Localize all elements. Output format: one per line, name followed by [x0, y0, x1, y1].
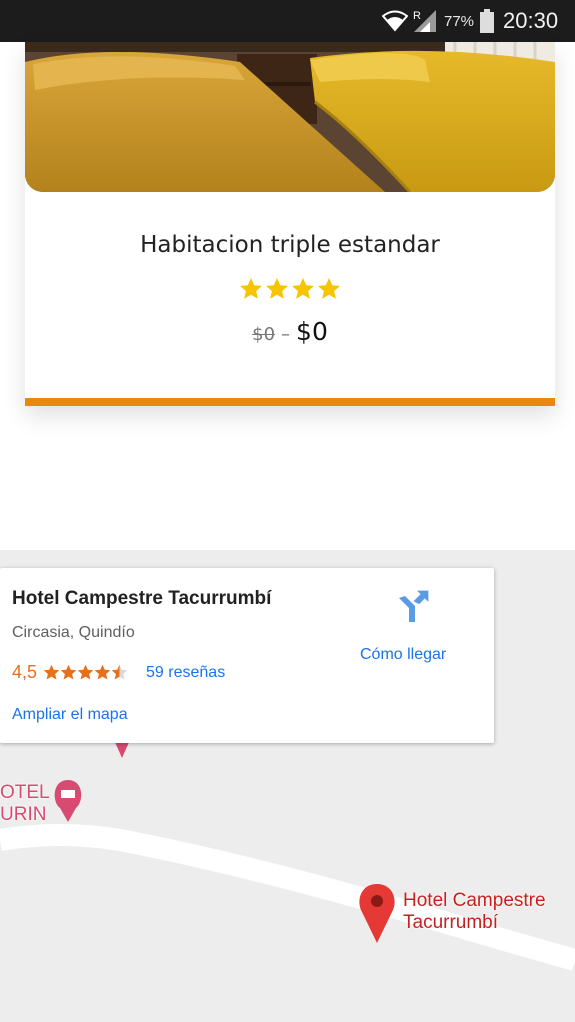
star-icon — [94, 664, 111, 680]
star-icon — [77, 664, 94, 680]
directions-button[interactable]: Cómo llegar — [360, 588, 470, 663]
wifi-icon — [382, 0, 408, 42]
room-card-body: Habitacion triple estandar $0– $0 — [25, 192, 555, 398]
price-new: $0 — [296, 317, 328, 346]
star-icon — [292, 278, 314, 299]
room-title[interactable]: Habitacion triple estandar — [25, 232, 555, 258]
price-old: $0 — [252, 324, 276, 345]
star-icon — [266, 278, 288, 299]
star-half-icon — [111, 664, 128, 680]
reviews-link[interactable]: 59 reseñas — [146, 664, 225, 682]
battery-percent: 77% — [444, 12, 475, 30]
enlarge-map-link[interactable]: Ampliar el mapa — [12, 706, 128, 724]
card-accent-bar — [25, 398, 555, 406]
map-label-hotel[interactable]: Hotel Campestre Tacurrumbí — [403, 890, 546, 934]
map-label-other-hotel[interactable]: OTEL URIN — [0, 782, 50, 826]
price-row: $0– $0 — [25, 317, 555, 346]
signal-icon: R — [412, 0, 438, 42]
star-icon — [60, 664, 77, 680]
hotel-name: Hotel Campestre Tacurrumbí — [12, 588, 272, 609]
hotel-address: Circasia, Quindío — [12, 624, 135, 641]
battery-icon — [480, 0, 494, 42]
roaming-indicator: R — [413, 10, 421, 22]
status-bar: R 77% 20:30 — [0, 0, 575, 42]
room-rating-stars — [25, 277, 555, 306]
star-icon — [43, 664, 60, 680]
rating-row: 4,5 59 reseñas — [12, 662, 225, 683]
directions-label: Cómo llegar — [360, 646, 447, 663]
rating-value: 4,5 — [12, 662, 38, 682]
star-icon — [240, 278, 262, 299]
room-card[interactable]: Habitacion triple estandar $0– $0 — [25, 42, 555, 406]
directions-icon — [399, 590, 429, 622]
rating-stars — [43, 664, 128, 681]
map-info-card: Hotel Campestre Tacurrumbí Circasia, Qui… — [0, 568, 494, 743]
star-icon — [318, 278, 340, 299]
google-map[interactable]: OTEL URIN Hotel Campestre Tacurrumbí Hot… — [0, 550, 575, 1022]
price-separator: – — [281, 324, 291, 345]
room-photo — [25, 42, 555, 192]
clock: 20:30 — [503, 8, 559, 33]
